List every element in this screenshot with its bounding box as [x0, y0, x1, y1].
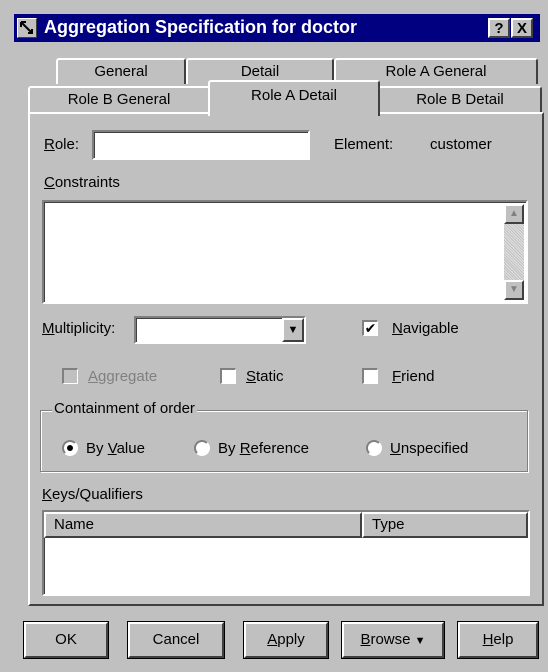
tab-role-a-general-label: Role A General — [385, 63, 487, 80]
tab-general[interactable]: General — [56, 58, 186, 84]
tab-role-b-detail[interactable]: Role B Detail — [378, 86, 542, 114]
browse-dropdown-icon: ▼ — [414, 635, 426, 647]
by-value-label-mnemonic: V — [107, 440, 117, 457]
apply-button-mnemonic: A — [267, 631, 278, 648]
tab-role-b-general-label: Role B General — [67, 91, 171, 108]
tab-detail-label: Detail — [240, 63, 280, 80]
keys-table[interactable]: Name Type — [42, 510, 530, 596]
unspecified-label-text: nspecified — [400, 440, 469, 457]
role-input[interactable] — [92, 130, 310, 160]
tab-general-label: General — [94, 63, 148, 80]
multiplicity-label-text: ultiplicity: — [54, 320, 116, 337]
scroll-up-button[interactable]: ▲ — [504, 204, 524, 224]
friend-label-mnemonic: F — [392, 368, 402, 385]
static-checkbox[interactable] — [220, 368, 236, 384]
constraints-label: Constraints — [44, 174, 120, 191]
by-value-label-prefix: By — [86, 440, 108, 457]
window-title: Aggregation Specification for doctor — [44, 17, 358, 37]
arrow-up-icon: ▲ — [509, 208, 519, 219]
help-title-button[interactable]: ? — [488, 18, 510, 38]
element-label: Element: — [334, 136, 394, 153]
column-header-type[interactable]: Type — [362, 512, 528, 538]
keys-label-text: eys/Qualifiers — [52, 486, 143, 503]
apply-button-text: pply — [277, 631, 305, 648]
constraints-label-mnemonic: C — [44, 174, 55, 191]
role-label: Role: — [44, 136, 79, 153]
dialog-window: Aggregation Specification for doctor ? X… — [0, 0, 548, 672]
aggregate-label-mnemonic: A — [88, 368, 99, 385]
by-reference-label-mnemonic: R — [239, 440, 251, 457]
tab-role-a-detail[interactable]: Role A Detail — [208, 80, 380, 116]
friend-checkbox[interactable] — [362, 368, 378, 384]
aggregate-checkbox[interactable] — [62, 368, 78, 384]
ok-button[interactable]: OK — [23, 621, 109, 659]
navigable-label-mnemonic: N — [392, 320, 403, 337]
help-button[interactable]: Help — [457, 621, 539, 659]
close-title-button[interactable]: X — [511, 18, 533, 38]
by-value-radio[interactable] — [62, 440, 78, 456]
column-header-name[interactable]: Name — [44, 512, 362, 538]
by-value-label: By Value — [86, 440, 145, 457]
containment-legend: Containment of order — [52, 400, 197, 417]
dropdown-arrow-icon: ▼ — [287, 324, 299, 336]
tab-role-b-detail-label: Role B Detail — [416, 91, 504, 108]
by-reference-label-prefix: By — [218, 440, 240, 457]
tab-role-b-general[interactable]: Role B General — [28, 86, 210, 114]
apply-button[interactable]: Apply — [243, 621, 329, 659]
title-bar[interactable]: Aggregation Specification for doctor ? X — [14, 14, 540, 42]
constraints-textarea[interactable] — [42, 200, 528, 304]
multiplicity-dropdown-button[interactable]: ▼ — [282, 318, 304, 342]
multiplicity-label: Multiplicity: — [42, 320, 115, 337]
cancel-button[interactable]: Cancel — [127, 621, 225, 659]
static-label: Static — [246, 368, 284, 385]
multiplicity-combobox[interactable]: ▼ — [134, 316, 306, 344]
role-label-text: ole: — [54, 136, 80, 153]
tab-role-a-detail-label: Role A Detail — [251, 87, 337, 104]
friend-label-text: riend — [401, 368, 435, 385]
keys-label: Keys/Qualifiers — [42, 486, 143, 503]
browse-button[interactable]: Browse ▼ — [341, 621, 445, 659]
system-menu-icon[interactable] — [17, 18, 37, 38]
element-value: customer — [430, 136, 492, 153]
checkmark-icon: ✔ — [364, 320, 377, 336]
navigable-label: Navigable — [392, 320, 459, 337]
navigable-checkbox[interactable]: ✔ — [362, 320, 378, 336]
role-label-mnemonic: R — [44, 136, 55, 153]
column-header-type-label: Type — [372, 516, 405, 533]
browse-button-mnemonic: B — [360, 631, 371, 648]
by-reference-label-text: eference — [250, 440, 309, 457]
by-value-label-text: alue — [116, 440, 145, 457]
constraints-label-text: onstraints — [54, 174, 120, 191]
scroll-down-button[interactable]: ▼ — [504, 280, 524, 300]
static-label-text: tatic — [256, 368, 284, 385]
aggregate-label-text: ggregate — [98, 368, 158, 385]
help-button-text: elp — [493, 631, 514, 648]
arrow-down-icon: ▼ — [509, 284, 519, 295]
unspecified-label-mnemonic: U — [390, 440, 401, 457]
static-label-mnemonic: S — [246, 368, 257, 385]
help-button-mnemonic: H — [482, 631, 494, 648]
unspecified-radio[interactable] — [366, 440, 382, 456]
friend-label: Friend — [392, 368, 435, 385]
column-header-name-label: Name — [54, 516, 95, 533]
radio-selected-dot — [67, 445, 73, 451]
keys-label-mnemonic: K — [42, 486, 53, 503]
by-reference-label: By Reference — [218, 440, 309, 457]
navigable-label-text: avigable — [402, 320, 459, 337]
by-reference-radio[interactable] — [194, 440, 210, 456]
multiplicity-label-mnemonic: M — [42, 320, 55, 337]
unspecified-label: Unspecified — [390, 440, 468, 457]
aggregate-label: Aggregate — [88, 368, 157, 385]
browse-button-text: rowse — [370, 631, 411, 648]
